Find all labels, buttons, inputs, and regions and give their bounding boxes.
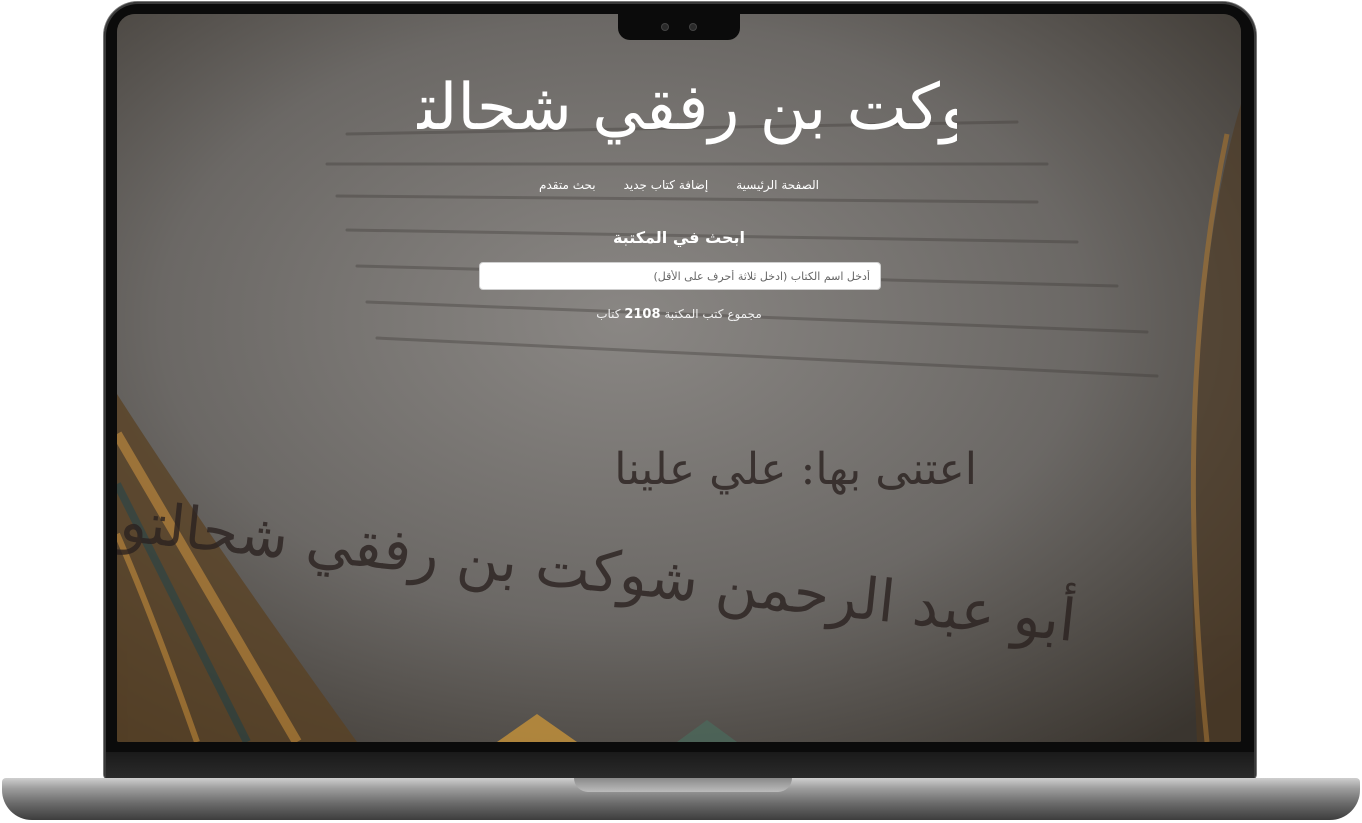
laptop-mockup: اعتنى بها: علي علينا أبو عبد الرحمن شوكت… <box>0 0 1362 823</box>
library-stats: مجموع كتب المكتبة 2108 كتاب <box>117 307 1241 322</box>
stats-prefix: مجموع كتب المكتبة <box>664 307 762 321</box>
camera-notch <box>618 14 740 40</box>
stats-count: 2108 <box>624 307 661 322</box>
laptop-base-notch <box>574 778 792 792</box>
sensor-icon <box>690 24 696 30</box>
book-search-input[interactable] <box>479 262 881 290</box>
laptop-base <box>2 778 1360 820</box>
logo-text: شوكت بن رفقي شحالتوغ <box>417 71 957 145</box>
site-logo[interactable]: شوكت بن رفقي شحالتوغ <box>417 34 957 164</box>
main-nav: الصفحة الرئيسية إضافة كتاب جديد بحث متقد… <box>117 178 1241 192</box>
nav-advanced-search-link[interactable]: بحث متقدم <box>539 178 596 192</box>
nav-home-link[interactable]: الصفحة الرئيسية <box>736 178 819 192</box>
stats-suffix: كتاب <box>596 307 621 321</box>
camera-icon <box>662 24 668 30</box>
screen: اعتنى بها: علي علينا أبو عبد الرحمن شوكت… <box>117 14 1241 742</box>
laptop-chin <box>106 752 1254 780</box>
library-site: شوكت بن رفقي شحالتوغ الصفحة الرئيسية إضا… <box>117 14 1241 742</box>
nav-add-book-link[interactable]: إضافة كتاب جديد <box>624 178 709 192</box>
search-title: ابحث في المكتبة <box>612 228 746 247</box>
